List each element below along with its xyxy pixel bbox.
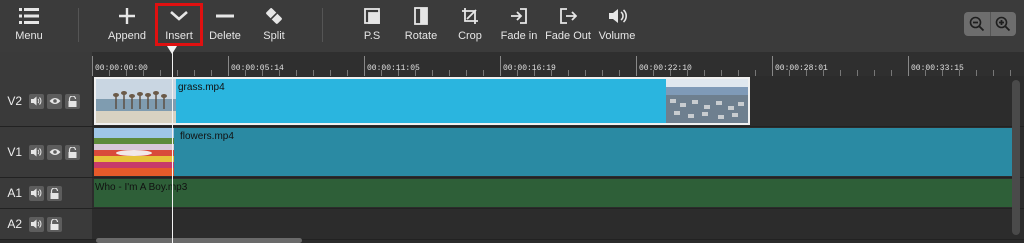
ruler-major-tick xyxy=(772,56,773,76)
ruler-label: 00:00:05:14 xyxy=(231,64,284,73)
ruler-label: 00:00:16:19 xyxy=(503,64,556,73)
toolbar-divider xyxy=(78,8,79,42)
rotate-button[interactable]: Rotate xyxy=(402,4,440,48)
ruler-major-tick xyxy=(364,56,365,76)
menu-icon xyxy=(19,4,39,28)
speaker-icon[interactable] xyxy=(29,93,44,109)
ps-icon xyxy=(363,4,381,28)
clip-name: grass.mp4 xyxy=(178,82,225,93)
clip-thumbnail xyxy=(94,128,174,176)
ruler-major-tick xyxy=(228,56,229,76)
fade-out-button[interactable]: Fade Out xyxy=(544,4,592,48)
track-name: V1 xyxy=(7,145,22,159)
volume-icon xyxy=(607,4,627,28)
ruler-label: 00:00:22:10 xyxy=(639,64,692,73)
insert-highlight xyxy=(155,3,203,46)
clip-name: Who - I'm A Boy.mp3 xyxy=(95,182,188,193)
eye-icon[interactable] xyxy=(47,144,62,160)
clip-thumbnail xyxy=(96,79,176,123)
plus-icon xyxy=(118,4,136,28)
lock-icon[interactable] xyxy=(47,185,62,201)
ps-label: P.S xyxy=(363,30,381,42)
lock-icon[interactable] xyxy=(47,216,62,232)
rotate-icon xyxy=(412,4,430,28)
track-name: A2 xyxy=(7,217,22,231)
volume-label: Volume xyxy=(598,30,636,42)
ps-button[interactable]: P.S xyxy=(356,4,388,48)
track-header-v2: V2 xyxy=(0,76,92,127)
speaker-icon[interactable] xyxy=(29,216,44,232)
track-name: V2 xyxy=(7,94,22,108)
track-header-a2: A2 xyxy=(0,209,92,240)
track-lane-a1: Who - I'm A Boy.mp3 xyxy=(92,178,1024,209)
split-icon xyxy=(265,4,283,28)
clip-name: flowers.mp4 xyxy=(180,131,234,142)
clip-thumbnail xyxy=(666,79,748,123)
toolbar-divider xyxy=(322,8,323,42)
ruler-major-tick xyxy=(636,56,637,76)
crop-button[interactable]: Crop xyxy=(454,4,486,48)
fade-in-label: Fade in xyxy=(500,30,538,42)
split-label: Split xyxy=(263,30,285,42)
track-lane-a2 xyxy=(92,209,1024,240)
menu-button[interactable]: Menu xyxy=(10,4,48,48)
horizontal-scrollbar[interactable] xyxy=(96,238,302,243)
volume-button[interactable]: Volume xyxy=(596,4,638,48)
track-name: A1 xyxy=(7,186,22,200)
ruler-label: 00:00:33:15 xyxy=(911,64,964,73)
ruler-header-blank xyxy=(0,52,92,76)
ruler-label: 00:00:28:01 xyxy=(775,64,828,73)
fade-out-icon xyxy=(559,4,577,28)
track-header-a1: A1 xyxy=(0,178,92,209)
delete-button[interactable]: Delete xyxy=(206,4,244,48)
zoom-in-icon[interactable] xyxy=(989,12,1017,36)
append-label: Append xyxy=(108,30,146,42)
crop-label: Crop xyxy=(458,30,482,42)
track-lane-v1: flowers.mp4 xyxy=(92,127,1024,178)
video-clip[interactable]: grass.mp4 xyxy=(94,77,750,125)
ruler-label: 00:00:00:00 xyxy=(95,64,148,73)
zoom-controls xyxy=(964,12,1016,36)
timeline-ruler[interactable]: 00:00:00:00 00:00:05:14 00:00:11:05 00:0… xyxy=(92,52,1024,76)
track-lane-v2: grass.mp4 xyxy=(92,76,1024,127)
menu-label: Menu xyxy=(15,30,43,42)
ruler-major-tick xyxy=(92,56,93,76)
split-button[interactable]: Split xyxy=(258,4,290,48)
eye-icon[interactable] xyxy=(47,93,62,109)
lock-icon[interactable] xyxy=(65,144,80,160)
playhead[interactable] xyxy=(172,52,173,243)
zoom-out-icon[interactable] xyxy=(964,12,990,36)
fade-in-icon xyxy=(510,4,528,28)
lock-icon[interactable] xyxy=(65,93,80,109)
crop-icon xyxy=(461,4,479,28)
speaker-icon[interactable] xyxy=(29,144,44,160)
video-clip[interactable]: flowers.mp4 xyxy=(94,128,1012,176)
speaker-icon[interactable] xyxy=(29,185,44,201)
fade-out-label: Fade Out xyxy=(545,30,591,42)
toolbar: Menu Append Insert Delete Split P.S Rota… xyxy=(0,0,1024,53)
ruler-label: 00:00:11:05 xyxy=(367,64,420,73)
track-header-v1: V1 xyxy=(0,127,92,178)
delete-label: Delete xyxy=(209,30,241,42)
vertical-scrollbar[interactable] xyxy=(1012,80,1020,235)
minus-icon xyxy=(216,4,234,28)
ruler-major-tick xyxy=(500,56,501,76)
rotate-label: Rotate xyxy=(404,30,438,42)
append-button[interactable]: Append xyxy=(106,4,148,48)
audio-clip[interactable]: Who - I'm A Boy.mp3 xyxy=(94,179,1012,207)
ruler-major-tick xyxy=(908,56,909,76)
fade-in-button[interactable]: Fade in xyxy=(500,4,538,48)
